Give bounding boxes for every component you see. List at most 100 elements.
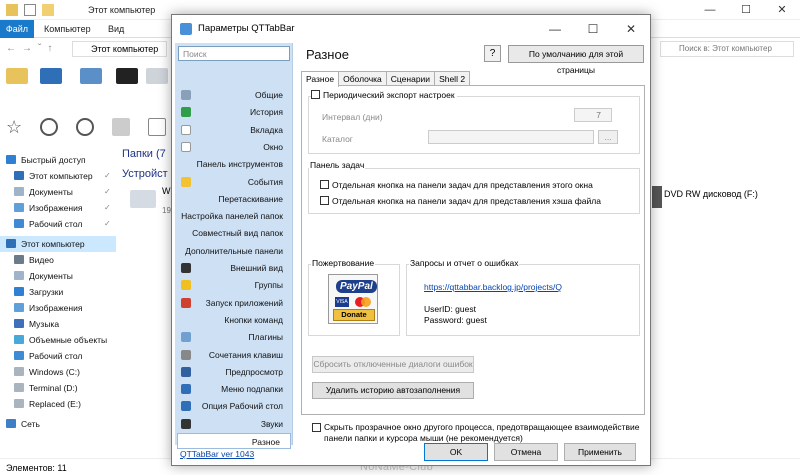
dvd-drive-icon[interactable] [652, 186, 662, 208]
category-item[interactable]: Плагины [175, 329, 293, 345]
dvd-drive-label[interactable]: DVD RW дисковод (F:) [664, 189, 758, 199]
maximize-button[interactable]: ☐ [574, 15, 612, 43]
minimize-button[interactable]: — [692, 0, 728, 20]
category-item[interactable]: Группы [175, 277, 293, 293]
tree-item-network[interactable]: Сеть [6, 416, 40, 432]
tree-item-this-pc[interactable]: Этот компьютер [0, 236, 116, 252]
properties-icon[interactable] [24, 4, 36, 16]
tree-item-label: Документы [29, 187, 73, 197]
network-icon[interactable] [146, 68, 168, 84]
tree-item-label: Windows (C:) [29, 367, 81, 377]
tree-item-drive-c[interactable]: Windows (C:) [14, 364, 80, 380]
taskbar-hash-option[interactable]: Отдельная кнопка на панели задач для пре… [320, 196, 601, 206]
minimize-button[interactable]: — [536, 15, 574, 43]
folder-icon[interactable] [6, 4, 18, 16]
monitor-icon[interactable] [40, 68, 62, 84]
category-item[interactable]: Окно [175, 139, 293, 155]
tab-shell[interactable]: Оболочка [338, 71, 387, 86]
history-icon[interactable] [76, 118, 94, 136]
reset-dialogs-button[interactable]: Сбросить отключенные диалоги ошибок [312, 356, 474, 373]
folders-group-label[interactable]: Папки (7 [122, 148, 166, 160]
tab-icon [181, 124, 191, 135]
category-item[interactable]: Панель инструментов [175, 156, 293, 172]
category-item[interactable]: Вкладка [175, 122, 293, 138]
category-item[interactable]: Меню подпапки [175, 381, 293, 397]
checkbox[interactable] [311, 90, 320, 99]
category-item[interactable]: Общие [175, 87, 293, 103]
tree-item-desktop[interactable]: Рабочий стол [14, 348, 82, 364]
category-item[interactable]: Кнопки команд [175, 312, 293, 328]
category-search-input[interactable]: Поиск [178, 46, 290, 61]
drive-icon[interactable] [130, 190, 156, 208]
tabs-icon[interactable] [148, 118, 166, 136]
tree-item-3d-objects[interactable]: Объемные объекты [14, 332, 107, 348]
tree-item-quick-access[interactable]: Быстрый доступ [6, 152, 86, 168]
nav-arrows-icon[interactable]: ←→ˇ↑ [6, 43, 58, 54]
checkbox[interactable] [312, 423, 321, 432]
address-field[interactable]: Этот компьютер [72, 41, 167, 57]
tab-computer[interactable]: Компьютер [44, 24, 91, 34]
paypal-donate-button[interactable]: PayPal VISA Donate [328, 274, 378, 324]
category-item[interactable]: Настройка панелей папок [175, 208, 293, 224]
bug-tracker-link[interactable]: https://qttabbar.backlog.jp/projects/Q [424, 282, 562, 292]
category-item[interactable]: Разное [177, 433, 291, 449]
close-button[interactable]: ✕ [764, 0, 800, 20]
checkbox[interactable] [320, 180, 329, 189]
tab-scripts[interactable]: Сценарии [385, 71, 436, 86]
help-button[interactable]: ? [484, 45, 501, 62]
control-panel-icon[interactable] [80, 68, 102, 84]
star-icon[interactable]: ☆ [6, 118, 24, 136]
new-folder-icon[interactable] [42, 4, 54, 16]
tab-file[interactable]: Файл [0, 20, 34, 38]
cancel-button[interactable]: Отмена [494, 443, 558, 461]
tree-item-desktop-pinned[interactable]: Рабочий стол [14, 216, 82, 232]
category-item[interactable]: Совместный вид папок [175, 225, 293, 241]
category-item[interactable]: Запуск приложений [175, 295, 293, 311]
category-item[interactable]: Дополнительные панели [175, 243, 293, 259]
tab-misc[interactable]: Разное [301, 71, 340, 87]
hide-window-option[interactable]: Скрыть прозрачное окно другого процесса,… [312, 422, 642, 444]
tab-view[interactable]: Вид [108, 24, 124, 34]
tree-item-documents[interactable]: Документы [14, 268, 73, 284]
maximize-button[interactable]: ☐ [728, 0, 764, 20]
tree-item-pc-pinned[interactable]: Этот компьютер [14, 168, 93, 184]
tree-item-downloads[interactable]: Загрузки [14, 284, 63, 300]
tree-item-pictures[interactable]: Изображения [14, 300, 82, 316]
restore-defaults-button[interactable]: По умолчанию для этой страницы [508, 45, 644, 75]
clock-icon[interactable] [40, 118, 58, 136]
close-button[interactable]: ✕ [612, 15, 650, 43]
version-link[interactable]: QTTabBar ver 1043 [180, 449, 254, 459]
category-item[interactable]: Сочетания клавиш [175, 347, 293, 363]
browse-button[interactable]: ... [598, 130, 618, 144]
category-item[interactable]: Опция Рабочий стол [175, 398, 293, 414]
catalog-field[interactable] [428, 130, 594, 144]
category-item[interactable]: Звуки [175, 416, 293, 432]
ok-button[interactable]: OK [424, 443, 488, 461]
apply-button[interactable]: Применить [564, 443, 636, 461]
devices-group-label[interactable]: Устройст [122, 168, 168, 180]
category-label: Опция Рабочий стол [201, 401, 283, 412]
tree-item-music[interactable]: Музыка [14, 316, 59, 332]
tree-item-drive-e[interactable]: Replaced (E:) [14, 396, 81, 412]
explorer-search-input[interactable]: Поиск в: Этот компьютер [660, 41, 794, 57]
clear-history-button[interactable]: Удалить историю автозаполнения [312, 382, 474, 399]
terminal-icon[interactable] [116, 68, 138, 84]
folder-icon[interactable] [6, 68, 28, 84]
checkbox[interactable] [320, 196, 329, 205]
periodic-export-checkbox[interactable]: Периодический экспорт настроек [311, 90, 457, 100]
pin-icon: ✓ [104, 187, 111, 196]
category-item[interactable]: История [175, 104, 293, 120]
category-item[interactable]: События [175, 174, 293, 190]
category-item[interactable]: Предпросмотр [175, 364, 293, 380]
category-item[interactable]: Перетаскивание [175, 191, 293, 207]
star-icon [181, 280, 191, 291]
tree-item-video[interactable]: Видео [14, 252, 54, 268]
windows-icon[interactable] [112, 118, 130, 136]
interval-spinner[interactable]: 7 [574, 108, 612, 122]
category-item[interactable]: Внешний вид [175, 260, 293, 276]
tree-item-documents-pinned[interactable]: Документы [14, 184, 73, 200]
taskbar-window-option[interactable]: Отдельная кнопка на панели задач для пре… [320, 180, 593, 190]
tree-item-pictures-pinned[interactable]: Изображения [14, 200, 82, 216]
tree-item-drive-d[interactable]: Terminal (D:) [14, 380, 78, 396]
tab-shell2[interactable]: Shell 2 [434, 71, 471, 86]
